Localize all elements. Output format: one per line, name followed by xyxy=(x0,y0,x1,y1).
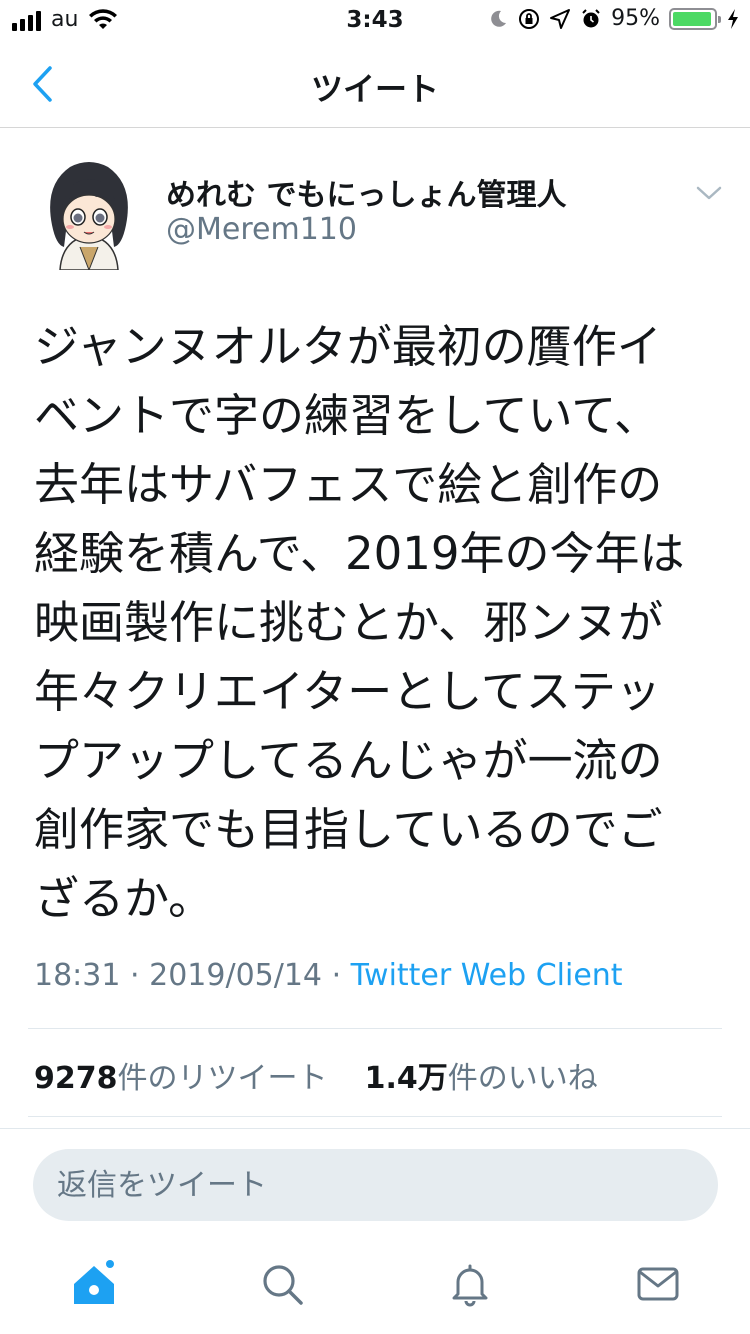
tweet-text-line: 年々クリエイターとしてステッ xyxy=(34,665,661,718)
like-label: 件のいいね xyxy=(447,1061,598,1096)
tweet-stats: 9278件のリツイート 1.4万件のいいね xyxy=(34,1053,598,1097)
tweet-text-line: 映画製作に挑むとか、邪ンヌが xyxy=(34,596,664,649)
battery-percent: 95% xyxy=(611,6,660,31)
display-name[interactable]: めれむ でもにっしょん管理人 xyxy=(166,170,566,214)
page-title: ツイート xyxy=(310,70,439,108)
meta-separator: · xyxy=(130,958,140,993)
nav-bar: ツイート xyxy=(0,40,750,128)
retweet-stat[interactable]: 9278件のリツイート xyxy=(34,1061,328,1096)
chevron-down-icon[interactable] xyxy=(690,178,728,208)
tweet-text: ジャンヌオルタが最初の贋作イ ベントで字の練習をしていて、 去年はサバフェスで絵… xyxy=(34,312,724,933)
tweet-text-line: 経験を積んで、2019年の今年は xyxy=(34,527,685,580)
notifications-icon[interactable] xyxy=(446,1260,494,1308)
location-icon xyxy=(550,8,571,29)
tweet-time: 18:31 xyxy=(34,958,121,993)
tweet-text-line: 去年はサバフェスで絵と創作の xyxy=(34,458,663,511)
tweet-text-line: プアップしてるんじゃが一流の xyxy=(34,734,663,787)
charging-icon xyxy=(728,8,738,29)
like-count: 1.4万 xyxy=(364,1061,448,1096)
tab-bar xyxy=(0,1238,750,1334)
alarm-icon xyxy=(582,8,600,27)
messages-icon[interactable] xyxy=(634,1260,682,1308)
battery-level-fill xyxy=(673,11,711,26)
user-handle[interactable]: @Merem110 xyxy=(166,212,357,247)
meta-separator: · xyxy=(331,958,342,993)
reply-bar xyxy=(0,1128,750,1238)
tweet-client-link[interactable]: Twitter Web Client xyxy=(351,958,623,993)
battery-icon xyxy=(669,7,721,30)
tweet-text-line: ざるか。 xyxy=(34,872,214,925)
status-right: 95% xyxy=(487,6,740,31)
retweet-label: 件のリツイート xyxy=(117,1061,328,1096)
tweet-date: 2019/05/14 xyxy=(149,958,323,993)
divider xyxy=(28,1028,722,1029)
moon-icon xyxy=(491,10,507,27)
like-stat[interactable]: 1.4万件のいいね xyxy=(365,1061,598,1096)
status-bar: au 3:43 95% xyxy=(0,0,750,40)
retweet-count: 9278 xyxy=(34,1061,118,1096)
tweet-meta: 18:31 · 2019/05/14 · Twitter Web Client xyxy=(34,958,623,993)
tweet-text-line: ジャンヌオルタが最初の贋作イ xyxy=(34,320,662,373)
home-icon[interactable] xyxy=(70,1260,118,1308)
orientation-lock-icon xyxy=(519,8,540,29)
reply-input[interactable] xyxy=(33,1149,718,1221)
avatar[interactable] xyxy=(40,155,138,270)
tweet-text-line: ベントで字の練習をしていて、 xyxy=(34,389,660,442)
tweet-text-line: 創作家でも目指しているのでご xyxy=(34,803,663,856)
divider xyxy=(28,1116,722,1117)
search-icon[interactable] xyxy=(258,1260,306,1308)
